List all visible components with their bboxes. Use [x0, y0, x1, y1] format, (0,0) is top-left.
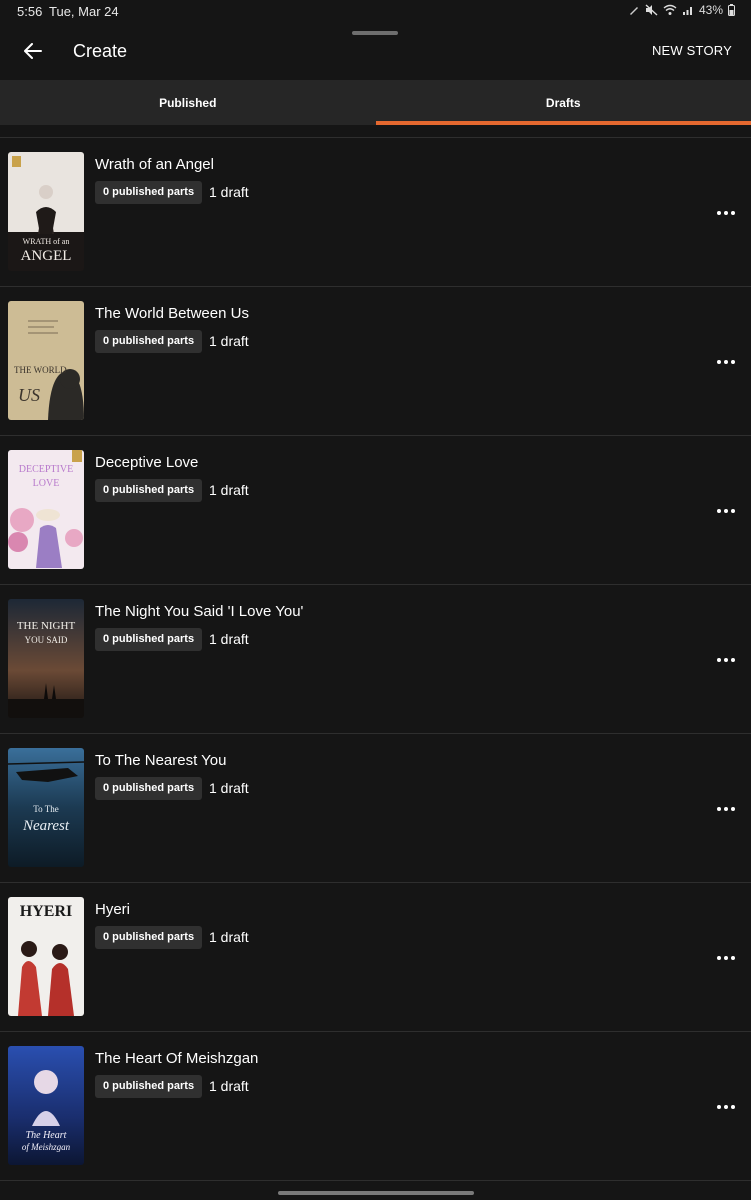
- more-dot-icon: [717, 1105, 721, 1109]
- story-cover: DECEPTIVE LOVE: [8, 450, 84, 569]
- app-bar: Create NEW STORY: [0, 24, 751, 80]
- signal-icon: [682, 4, 694, 16]
- status-bar: 5:56 Tue, Mar 24 43%: [0, 0, 751, 24]
- story-cover: The Heart of Meishzgan: [8, 1046, 84, 1165]
- drafts-count: 1 draft: [209, 780, 249, 796]
- more-dot-icon: [724, 807, 728, 811]
- svg-text:LOVE: LOVE: [33, 478, 60, 489]
- story-cover: To The Nearest: [8, 748, 84, 867]
- svg-text:WRATH of an: WRATH of an: [23, 237, 70, 246]
- story-row[interactable]: The Heart of Meishzgan The Heart Of Meis…: [0, 1032, 751, 1181]
- story-cover: THE WORLD US: [8, 301, 84, 420]
- status-time: 5:56: [17, 4, 43, 19]
- story-row[interactable]: HYERI Hyeri 0 published parts 1 draft: [0, 883, 751, 1032]
- tab-bar: Published Drafts: [0, 80, 751, 125]
- pen-icon: [628, 4, 640, 16]
- status-icons: 43%: [628, 3, 735, 17]
- svg-text:YOU SAID: YOU SAID: [25, 635, 68, 645]
- tab-drafts[interactable]: Drafts: [375, 80, 751, 125]
- tab-published[interactable]: Published: [0, 80, 376, 125]
- svg-text:Nearest: Nearest: [22, 818, 70, 834]
- drafts-count: 1 draft: [209, 184, 249, 200]
- status-date: Tue, Mar 24: [49, 4, 119, 19]
- drafts-count: 1 draft: [209, 631, 249, 647]
- published-parts-badge: 0 published parts: [95, 479, 203, 502]
- arrow-left-icon: [24, 43, 42, 59]
- drafts-count: 1 draft: [209, 333, 249, 349]
- story-title: Wrath of an Angel: [95, 156, 214, 173]
- svg-text:To The: To The: [33, 804, 58, 814]
- svg-text:The Heart: The Heart: [26, 1130, 67, 1141]
- svg-text:ANGEL: ANGEL: [21, 248, 72, 264]
- more-dot-icon: [724, 509, 728, 513]
- new-story-button[interactable]: NEW STORY: [652, 43, 732, 58]
- svg-text:THE WORLD: THE WORLD: [14, 365, 67, 375]
- published-parts-badge: 0 published parts: [95, 926, 203, 949]
- more-dot-icon: [717, 807, 721, 811]
- more-options-button[interactable]: [713, 649, 739, 671]
- more-dot-icon: [717, 956, 721, 960]
- more-options-button[interactable]: [713, 947, 739, 969]
- story-row[interactable]: WRATH of an ANGEL Wrath of an Angel 0 pu…: [0, 138, 751, 287]
- story-list: WRATH of an ANGEL Wrath of an Angel 0 pu…: [0, 137, 751, 1181]
- story-title: To The Nearest You: [95, 752, 227, 769]
- published-parts-badge: 0 published parts: [95, 777, 203, 800]
- story-title: Deceptive Love: [95, 454, 199, 471]
- more-options-button[interactable]: [713, 202, 739, 224]
- more-dot-icon: [731, 509, 735, 513]
- more-dot-icon: [724, 658, 728, 662]
- svg-text:DECEPTIVE: DECEPTIVE: [19, 464, 73, 475]
- published-parts-badge: 0 published parts: [95, 1075, 203, 1098]
- published-parts-badge: 0 published parts: [95, 330, 203, 353]
- svg-text:of Meishzgan: of Meishzgan: [22, 1142, 71, 1152]
- more-dot-icon: [717, 658, 721, 662]
- drafts-count: 1 draft: [209, 929, 249, 945]
- more-dot-icon: [717, 360, 721, 364]
- story-cover: WRATH of an ANGEL: [8, 152, 84, 271]
- story-title: Hyeri: [95, 901, 131, 918]
- more-dot-icon: [717, 509, 721, 513]
- more-options-button[interactable]: [713, 1096, 739, 1118]
- story-row[interactable]: DECEPTIVE LOVE Deceptive Love 0 publishe…: [0, 436, 751, 585]
- story-title: The Night You Said 'I Love You': [95, 603, 304, 620]
- more-options-button[interactable]: [713, 500, 739, 522]
- drafts-count: 1 draft: [209, 482, 249, 498]
- more-dot-icon: [731, 211, 735, 215]
- more-dot-icon: [724, 956, 728, 960]
- mute-icon: [645, 4, 658, 16]
- more-dot-icon: [724, 211, 728, 215]
- page-title: Create: [73, 41, 128, 61]
- more-dot-icon: [731, 360, 735, 364]
- battery-icon: [728, 4, 735, 16]
- story-row[interactable]: To The Nearest To The Nearest You 0 publ…: [0, 734, 751, 883]
- more-options-button[interactable]: [713, 798, 739, 820]
- story-title: The World Between Us: [95, 305, 249, 322]
- svg-text:THE NIGHT: THE NIGHT: [17, 620, 76, 632]
- more-options-button[interactable]: [713, 351, 739, 373]
- published-parts-badge: 0 published parts: [95, 628, 203, 651]
- more-dot-icon: [731, 658, 735, 662]
- more-dot-icon: [724, 360, 728, 364]
- back-button[interactable]: [16, 36, 50, 66]
- more-dot-icon: [717, 211, 721, 215]
- story-cover: THE NIGHT YOU SAID: [8, 599, 84, 718]
- story-title: The Heart Of Meishzgan: [95, 1050, 259, 1067]
- more-dot-icon: [731, 1105, 735, 1109]
- battery-percent: 43%: [698, 3, 723, 17]
- home-indicator[interactable]: [278, 1191, 474, 1195]
- drafts-count: 1 draft: [209, 1078, 249, 1094]
- svg-text:US: US: [18, 385, 40, 405]
- more-dot-icon: [731, 956, 735, 960]
- wifi-icon: [663, 4, 677, 16]
- more-dot-icon: [731, 807, 735, 811]
- story-cover: HYERI: [8, 897, 84, 1016]
- more-dot-icon: [724, 1105, 728, 1109]
- story-row[interactable]: THE NIGHT YOU SAID The Night You Said 'I…: [0, 585, 751, 734]
- published-parts-badge: 0 published parts: [95, 181, 203, 204]
- story-row[interactable]: THE WORLD US The World Between Us 0 publ…: [0, 287, 751, 436]
